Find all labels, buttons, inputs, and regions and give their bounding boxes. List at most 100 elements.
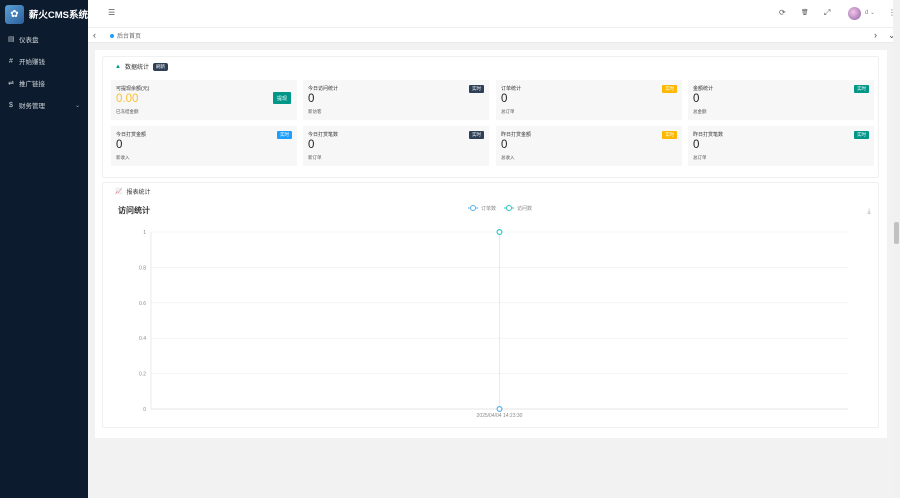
stat-card-today-visits: 今日访问统计 实时 0 新访客: [303, 80, 489, 120]
active-dot-icon: [110, 33, 114, 38]
stat-label: 昨日打赏金额: [501, 132, 532, 138]
report-stats-title: 报表统计: [126, 190, 151, 196]
tab-prev-icon[interactable]: ‹: [93, 30, 96, 40]
realtime-badge: 实时: [854, 131, 869, 139]
legend-marker: [506, 205, 512, 211]
app-logo-icon: ✿: [5, 4, 24, 24]
data-stats-header: ▲ 数据统计 刷新: [115, 62, 168, 71]
legend-label: 访问数: [517, 205, 532, 212]
data-stats-card: ▲ 数据统计 刷新 可提现余额(元) 0.00 已冻结金额 提现 今日访问统计 …: [102, 56, 879, 178]
sidebar-item-label: 推广链接: [19, 81, 45, 88]
stat-value: 0.00: [116, 93, 139, 105]
sidebar-item-start-earning[interactable]: # 开始赚钱: [0, 50, 88, 72]
stat-value: 0: [501, 93, 508, 105]
sidebar-item-label: 仪表盘: [19, 37, 39, 44]
stat-sub: 新访客: [308, 109, 322, 114]
stat-sub: 总收入: [501, 155, 515, 160]
username: d: [865, 10, 869, 16]
download-icon: ⤓: [867, 207, 870, 215]
stat-card-amount: 金额统计 实时 0 总金额: [688, 80, 874, 120]
stat-label: 今日访问统计: [308, 86, 339, 92]
main-content: ▲ 数据统计 刷新 可提现余额(元) 0.00 已冻结金额 提现 今日访问统计 …: [95, 50, 887, 438]
sidebar-item-finance[interactable]: $ 财务管理 ⌄: [0, 94, 88, 116]
tab-home[interactable]: 后台首页: [110, 31, 141, 40]
stat-value: 0: [308, 139, 315, 151]
stat-card-orders: 订单统计 实时 0 总订单: [496, 80, 682, 120]
visit-chart: 访问统计 ⤓ 订单数 访问数 0 0.2 0.4 0.6 0.8 1 2025/04/04 14:2…: [118, 205, 871, 419]
y-tick-label: 1: [143, 230, 146, 236]
sidebar: ✿ 薪火CMS系统 ▤ 仪表盘 # 开始赚钱 ⇌ 推广链接 $ 财务管理 ⌄: [0, 0, 88, 498]
tab-next-icon[interactable]: ›: [874, 30, 877, 40]
stat-value: 0: [501, 139, 508, 151]
sidebar-item-promo-links[interactable]: ⇌ 推广链接: [0, 72, 88, 94]
sidebar-nav: ▤ 仪表盘 # 开始赚钱 ⇌ 推广链接 $ 财务管理 ⌄: [0, 28, 88, 116]
sidebar-item-label: 财务管理: [19, 103, 45, 110]
fullscreen-icon[interactable]: ⤢: [824, 8, 830, 18]
stat-sub: 新订单: [308, 155, 322, 160]
stat-label: 金额统计: [693, 86, 714, 92]
tab-bar: ‹ 后台首页 › ⌄: [88, 28, 900, 43]
data-point: [496, 228, 503, 235]
refresh-badge[interactable]: 刷新: [152, 62, 168, 71]
stat-label: 昨日打赏笔数: [693, 132, 724, 138]
hash-icon: #: [9, 57, 13, 65]
report-stats-header: 📈 报表统计: [115, 187, 151, 196]
topbar: ☰ ⟳ 🗑 ⤢ d ⌄ ⋮: [88, 0, 900, 28]
withdraw-button[interactable]: 提现: [273, 92, 291, 104]
stat-value: 0: [693, 93, 700, 105]
data-point: [496, 406, 503, 413]
realtime-badge: 实时: [854, 85, 869, 93]
stat-card-today-tip-amount: 今日打赏金额 实时 0 新收入: [111, 126, 297, 166]
report-stats-card: 📈 报表统计 访问统计 ⤓ 订单数 访问数 0 0.2 0.4 0.6 0.8 1 2025/04/…: [102, 182, 879, 428]
stat-card-balance: 可提现余额(元) 0.00 已冻结金额 提现: [111, 80, 297, 120]
chevron-down-icon: ⌄: [870, 10, 876, 16]
realtime-badge: 实时: [662, 85, 677, 93]
stat-label: 订单统计: [501, 86, 522, 92]
stat-sub: 已冻结金额: [116, 109, 139, 114]
menu-toggle-icon[interactable]: ☰: [108, 8, 115, 17]
stat-card-yesterday-tip-amount: 昨日打赏金额 实时 0 总收入: [496, 126, 682, 166]
sidebar-item-label: 开始赚钱: [19, 59, 45, 66]
user-menu[interactable]: d ⌄: [865, 9, 875, 16]
realtime-badge: 实时: [469, 131, 484, 139]
y-tick-label: 0.8: [139, 265, 146, 271]
y-tick-label: 0.6: [139, 301, 146, 307]
trash-icon[interactable]: 🗑: [801, 9, 809, 16]
chevron-down-icon: ⌄: [74, 102, 80, 109]
realtime-badge: 实时: [662, 131, 677, 139]
stat-value: 0: [693, 139, 700, 151]
brand[interactable]: ✿ 薪火CMS系统: [0, 0, 88, 28]
scrollbar-thumb[interactable]: [894, 222, 899, 244]
stat-value: 0: [308, 93, 315, 105]
realtime-badge: 实时: [469, 85, 484, 93]
y-tick-label: 0.4: [139, 336, 146, 342]
dashboard-icon: ▤: [8, 36, 15, 43]
stat-label: 今日打赏笔数: [308, 132, 339, 138]
tab-label: 后台首页: [117, 34, 142, 40]
stat-label: 今日打赏金额: [116, 132, 147, 138]
stat-value: 0: [116, 139, 123, 151]
stat-label: 可提现余额(元): [116, 86, 150, 92]
y-tick-label: 0: [143, 407, 146, 413]
realtime-badge: 实时: [277, 131, 292, 139]
x-tick-label: 2025/04/04 14:23:30: [477, 413, 523, 419]
data-stats-title: 数据统计: [124, 65, 149, 71]
stat-sub: 总订单: [501, 109, 515, 114]
usb-icon: ⇌: [8, 80, 14, 87]
legend-label: 订单数: [481, 205, 496, 212]
stat-card-yesterday-tip-count: 昨日打赏笔数 实时 0 总订单: [688, 126, 874, 166]
chart-title: 访问统计: [118, 205, 150, 215]
y-tick-label: 0.2: [139, 372, 146, 378]
legend-marker: [470, 205, 476, 211]
warning-icon: ▲: [115, 63, 121, 70]
app-title: 薪火CMS系统: [28, 10, 88, 21]
stat-card-today-tip-count: 今日打赏笔数 实时 0 新订单: [303, 126, 489, 166]
dollar-icon: $: [9, 101, 13, 109]
refresh-icon[interactable]: ⟳: [779, 8, 786, 17]
stat-sub: 总订单: [693, 155, 707, 160]
sidebar-item-dashboard[interactable]: ▤ 仪表盘: [0, 28, 88, 50]
scrollbar[interactable]: [893, 0, 900, 498]
avatar[interactable]: [848, 7, 861, 20]
chart-line-icon: 📈: [115, 189, 123, 195]
stat-sub: 总金额: [693, 109, 707, 114]
